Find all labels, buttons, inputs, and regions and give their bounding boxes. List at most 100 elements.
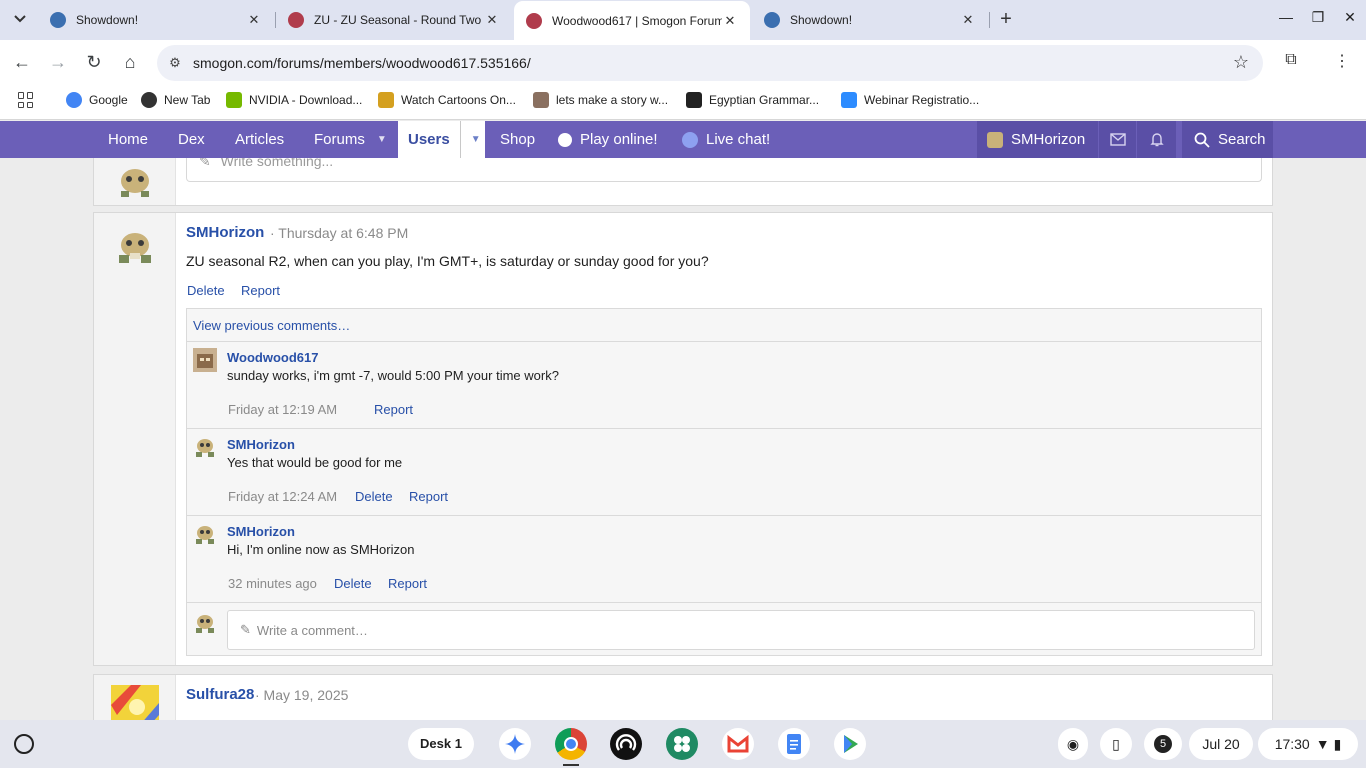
notification-tray[interactable]: 5 [1144, 728, 1182, 760]
post-timestamp[interactable]: · May 19, 2025 [255, 687, 348, 703]
os-shelf: Desk 1 ◉ ▯ 5 Jul 20 17:30 ▼ ▮ [0, 720, 1366, 768]
bookmark-nvidia[interactable]: NVIDIA - Download... [226, 91, 362, 109]
bookmark-label: Webinar Registratio... [864, 93, 980, 107]
nav-label: Live chat! [706, 131, 771, 148]
user-avatar-icon [196, 439, 214, 457]
account-name: SMHorizon [1011, 131, 1086, 148]
nav-forums[interactable]: Forums ▼ [304, 121, 397, 158]
nav-home[interactable]: Home [98, 121, 158, 158]
account-menu[interactable]: SMHorizon [977, 121, 1098, 158]
address-bar[interactable]: ⚙ smogon.com/forums/members/woodwood617.… [157, 45, 1263, 81]
comment-composer: ✎ Write a comment… [187, 602, 1261, 656]
browser-toolbar: ← → ↻ ⌂ ⚙ smogon.com/forums/members/wood… [0, 40, 1366, 86]
tab-zu-seasonal[interactable]: ZU - ZU Seasonal - Round Two ✕ [276, 0, 512, 40]
site-info-icon[interactable]: ⚙ [165, 53, 185, 73]
comment-author[interactable]: SMHorizon [227, 437, 295, 452]
bookmark-webinar[interactable]: Webinar Registratio... [841, 91, 979, 109]
inbox-button[interactable] [1098, 121, 1136, 158]
report-comment-link[interactable]: Report [388, 576, 427, 591]
chrome-icon[interactable] [555, 728, 587, 760]
status-area[interactable]: 17:30 ▼ ▮ [1258, 728, 1358, 760]
comment-author[interactable]: Woodwood617 [227, 350, 318, 365]
nav-play-online[interactable]: Play online! [548, 121, 668, 158]
report-post-link[interactable]: Report [241, 283, 280, 298]
reload-icon[interactable]: ↻ [82, 51, 106, 75]
tab-title: Showdown! [790, 13, 853, 27]
close-icon[interactable]: ✕ [246, 12, 262, 28]
kebab-menu-icon[interactable]: ⋮ [1334, 51, 1350, 73]
docs-icon[interactable] [778, 728, 810, 760]
url-text[interactable]: smogon.com/forums/members/woodwood617.53… [193, 55, 531, 71]
post-author[interactable]: Sulfura28 [186, 686, 254, 703]
caret-down-icon[interactable]: ▼ [459, 121, 481, 158]
window-close-icon[interactable]: ✕ [1340, 9, 1360, 29]
search-button[interactable]: Search [1182, 121, 1273, 158]
gmail-icon[interactable] [722, 728, 754, 760]
bookmark-star-icon[interactable]: ☆ [1233, 52, 1249, 73]
nvidia-icon [226, 92, 242, 108]
back-icon[interactable]: ← [10, 51, 34, 75]
extensions-icon[interactable]: ⧉ [1280, 51, 1302, 73]
nav-dex[interactable]: Dex [168, 121, 215, 158]
close-icon[interactable]: ✕ [722, 13, 738, 29]
pencil-icon: ✎ [240, 622, 251, 637]
bookmark-new-tab[interactable]: New Tab [141, 91, 210, 109]
restore-icon[interactable]: ❐ [1308, 9, 1328, 29]
nav-label: Articles [235, 131, 285, 148]
bookmark-google[interactable]: Google [66, 91, 128, 109]
story-icon [533, 92, 549, 108]
alerts-button[interactable] [1136, 121, 1176, 158]
comment-placeholder: Write a comment… [256, 622, 368, 638]
new-tab-button[interactable]: + [994, 8, 1018, 32]
tab-search-button[interactable] [8, 7, 32, 31]
account-button[interactable]: SMHorizon [977, 121, 1095, 158]
desk-switcher[interactable]: Desk 1 [408, 728, 474, 760]
bookmark-watch-cartoons[interactable]: Watch Cartoons On... [378, 91, 516, 109]
nav-articles[interactable]: Articles [225, 121, 294, 158]
delete-comment-link[interactable]: Delete [334, 576, 372, 591]
report-comment-link[interactable]: Report [409, 489, 448, 504]
media-control-icon[interactable]: ◉ [1058, 728, 1088, 760]
google-icon [66, 92, 82, 108]
comment-author[interactable]: SMHorizon [227, 524, 295, 539]
delete-comment-link[interactable]: Delete [355, 489, 393, 504]
pencil-icon: ✎ [199, 158, 211, 169]
comment-body: Yes that would be good for me [227, 455, 403, 470]
minimize-icon[interactable]: — [1276, 9, 1296, 29]
tab-woodwood617[interactable]: Woodwood617 | Smogon Forums ✕ [514, 1, 750, 40]
comment-timestamp[interactable]: Friday at 12:24 AM [228, 489, 337, 504]
nav-shop[interactable]: Shop [490, 121, 545, 158]
date-pill[interactable]: Jul 20 [1189, 728, 1253, 760]
site-navigation: Home Dex Articles Forums ▼ Users ▼ Shop … [0, 121, 1366, 158]
nav-live-chat[interactable]: Live chat! [672, 121, 780, 158]
phone-hub-icon[interactable]: ▯ [1100, 728, 1132, 760]
tab-showdown-1[interactable]: Showdown! ✕ [38, 0, 274, 40]
tab-showdown-2[interactable]: Showdown! ✕ [752, 0, 988, 40]
caret-down-icon[interactable]: ▼ [377, 134, 387, 145]
write-comment-input[interactable]: ✎ Write a comment… [227, 610, 1255, 650]
search-trigger[interactable]: Search [1184, 121, 1276, 158]
app-grid-icon[interactable] [666, 728, 698, 760]
delete-post-link[interactable]: Delete [187, 283, 225, 298]
post-author[interactable]: SMHorizon [186, 224, 264, 241]
launcher-icon[interactable] [14, 734, 34, 754]
comment-timestamp[interactable]: Friday at 12:19 AM [228, 402, 337, 417]
bookmark-story[interactable]: lets make a story w... [533, 91, 668, 109]
write-something-input[interactable]: ✎ Write something... [186, 158, 1262, 182]
apps-grid-icon[interactable] [18, 92, 34, 108]
envelope-icon [1110, 133, 1126, 146]
bookmark-egyptian[interactable]: Egyptian Grammar... [686, 91, 819, 109]
play-store-icon[interactable] [834, 728, 866, 760]
user-avatar-icon [196, 615, 214, 633]
view-previous-comments-link[interactable]: View previous comments… [193, 318, 350, 333]
home-icon[interactable]: ⌂ [118, 51, 142, 75]
gemini-icon[interactable] [499, 728, 531, 760]
comment-timestamp[interactable]: 32 minutes ago [228, 576, 317, 591]
podcast-app-icon[interactable] [610, 728, 642, 760]
forward-icon[interactable]: → [46, 51, 70, 75]
close-icon[interactable]: ✕ [960, 12, 976, 28]
close-icon[interactable]: ✕ [484, 12, 500, 28]
nav-users[interactable]: Users ▼ [398, 121, 485, 158]
report-comment-link[interactable]: Report [374, 402, 413, 417]
post-timestamp[interactable]: · Thursday at 6:48 PM [270, 225, 408, 241]
